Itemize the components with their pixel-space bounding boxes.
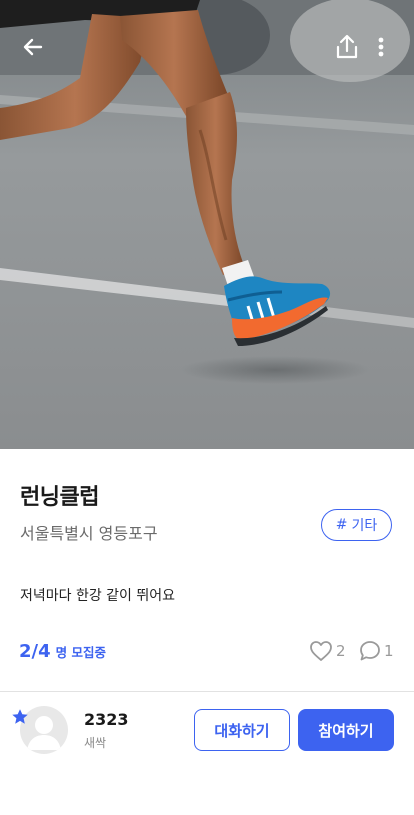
heart-icon xyxy=(310,641,332,661)
hero-image xyxy=(0,0,414,449)
arrow-left-icon xyxy=(23,38,43,56)
club-location: 서울특별시 영등포구 xyxy=(20,524,158,543)
recruit-label: 명 모집중 xyxy=(55,645,106,660)
host-badge xyxy=(11,708,29,730)
back-button[interactable] xyxy=(16,30,50,64)
like-count: 2 xyxy=(336,642,346,660)
more-options-button[interactable] xyxy=(364,30,398,64)
category-tag[interactable]: # 기타 xyxy=(321,509,392,541)
share-button[interactable] xyxy=(330,30,364,64)
comment-count: 1 xyxy=(384,642,394,660)
more-vertical-icon xyxy=(378,37,384,57)
share-icon xyxy=(336,34,358,59)
recruit-status: 2/4 명 모집중 xyxy=(19,641,106,662)
club-description: 저녁마다 한강 같이 뛰어요 xyxy=(20,588,176,604)
like-button[interactable]: 2 xyxy=(309,640,346,662)
runner-photo xyxy=(0,0,414,449)
hash-symbol: # xyxy=(335,517,348,533)
recruit-count: 2/4 xyxy=(19,641,51,662)
host-name: 2323 xyxy=(84,710,129,729)
category-tag-label: 기타 xyxy=(351,518,378,534)
club-title: 런닝클럽 xyxy=(20,485,99,510)
chat-button[interactable]: 대화하기 xyxy=(194,709,290,751)
star-icon xyxy=(12,709,28,724)
host-bar: 2323 새싹 대화하기 참여하기 xyxy=(0,692,414,815)
comment-button[interactable]: 1 xyxy=(359,640,394,662)
comment-icon xyxy=(360,641,380,661)
host-level: 새싹 xyxy=(84,736,107,750)
join-button[interactable]: 참여하기 xyxy=(298,709,394,751)
